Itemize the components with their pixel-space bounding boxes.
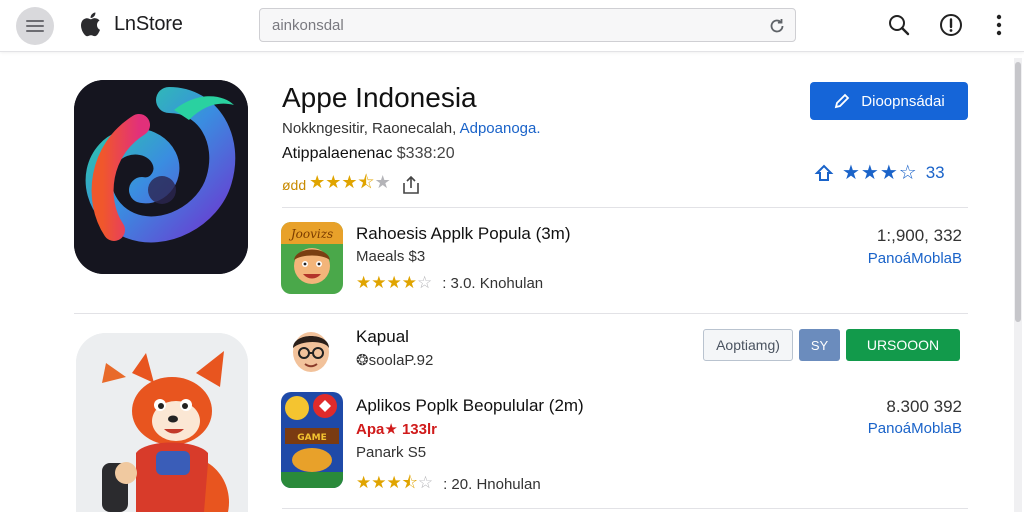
featured-right-rating: ★★★☆ 33 [814,160,945,185]
featured-subtitle-text: Nokkngesitir, Raonecalah, [282,120,457,137]
rating-count: 33 [925,162,945,182]
featured-rating: ødd ★★★⯪★ [282,170,422,200]
more-vertical-icon[interactable] [986,12,1012,38]
right-star-rating: ★★★☆ [842,162,918,184]
app-developer-2[interactable]: PanoáMoblaB [868,420,962,437]
apple-logo-icon[interactable] [78,10,106,38]
fox-app-icon[interactable] [76,333,248,512]
star-rating: ★★★⯪★ [309,172,391,192]
outline-button[interactable]: Aoptiamg) [703,329,793,361]
featured-app-title[interactable]: Appe Indonesia [282,82,477,114]
app-subtitle-2: Apa★ 133lr [356,421,437,438]
brand-name: LnStore [114,13,183,35]
scrollbar-thumb[interactable] [1015,62,1021,322]
app-subtitle-2b: Panark S5 [356,444,427,461]
star-rating: ★★★⯪☆ [356,473,434,492]
pen-icon [835,93,850,109]
featured-app-meta: Atippalaenenac $338:20 [282,145,455,163]
featured-app-icon[interactable] [74,80,248,274]
app-rating-2: ★★★⯪☆ : 20. Hnohulan [356,470,541,499]
featured-app-subtitle: Nokkngesitir, Raonecalah, Adpoanoga. [282,120,541,137]
featured-price: $338:20 [396,145,455,162]
app-count-2: 8.300 392 [886,397,962,416]
kapual-name[interactable]: Kapual [356,327,409,347]
kapual-handle: ❂soolaP.92 [356,352,434,369]
featured-meta-label: Atippalaenenac [282,145,393,162]
divider [282,207,968,208]
download-label: Dioopnsádai [861,92,945,110]
search-icon[interactable] [886,12,912,38]
share-icon[interactable] [400,174,422,196]
search-input[interactable]: ainkonsdal [272,17,344,34]
app-developer-1[interactable]: PanoáMoblaB [868,250,962,267]
app-icon-2[interactable]: GAME [281,392,343,488]
app-reviews-2: : 20. Hnohulan [443,476,541,493]
download-button[interactable]: Dioopnsádai [810,82,968,120]
menu-icon[interactable] [16,7,54,45]
divider [282,508,968,509]
app-rating-1: ★★★★☆ : 3.0. Knohulan [356,273,543,293]
app-icon-1[interactable]: Joovizs [281,222,343,294]
featured-subtitle-link[interactable]: Adpoanoga. [460,120,541,137]
app-reviews-1: : 3.0. Knohulan [442,274,544,292]
green-button[interactable]: URSOOON [846,329,960,361]
svg-text:Joovizs: Joovizs [288,227,333,241]
featured-rating-label: ødd [282,177,307,193]
reload-icon[interactable] [767,16,787,36]
search-bar[interactable]: ainkonsdal [259,8,796,42]
app-count-1: 1:,900, 332 [876,226,962,245]
thumbs-up-icon[interactable] [814,163,834,183]
avatar[interactable] [284,326,338,374]
app-title-1[interactable]: Rahoesis Applk Popula (3m) [356,224,571,244]
app-title-2[interactable]: Aplikos Poplk Beopulular (2m) [356,396,584,416]
top-bar: LnStore ainkonsdal [0,0,1024,52]
info-icon[interactable] [938,12,964,38]
small-button[interactable]: SY [799,329,840,361]
svg-text:GAME: GAME [297,433,326,443]
app-subtitle-1: Maeals $3 [356,248,426,265]
divider [74,313,968,314]
star-rating: ★★★★☆ [356,273,433,292]
